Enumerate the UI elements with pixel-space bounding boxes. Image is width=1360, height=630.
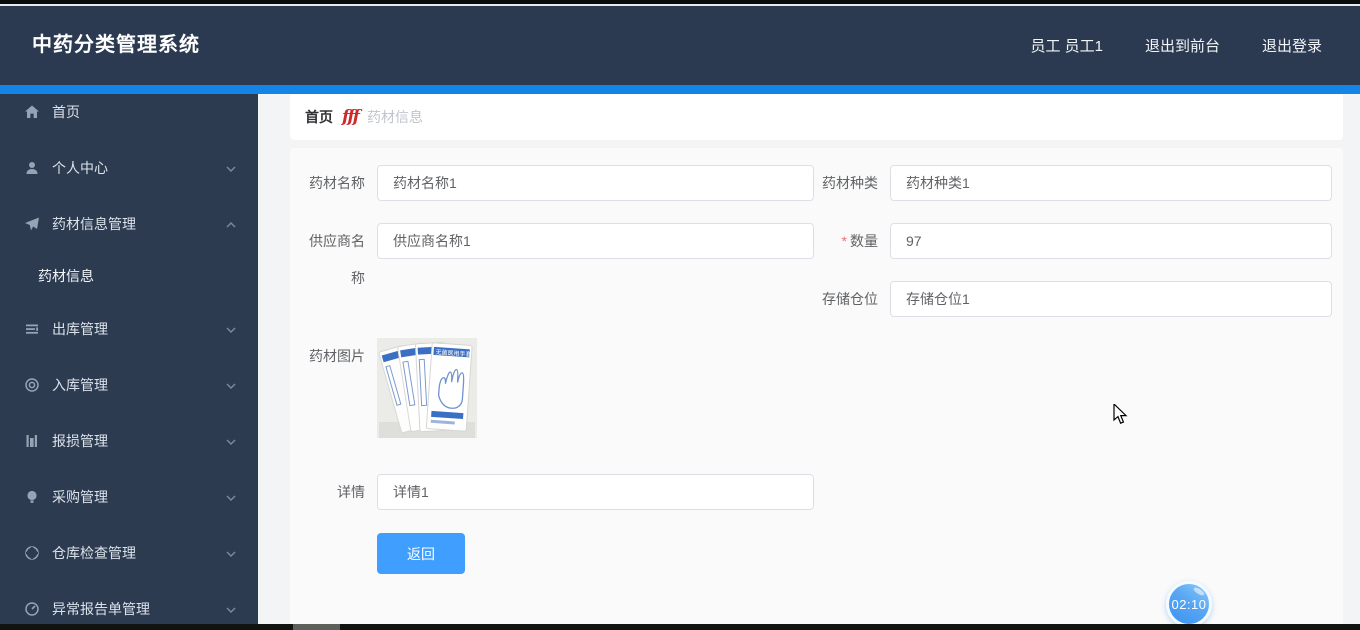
outbound-list-icon bbox=[24, 321, 40, 337]
bottom-window-strip bbox=[0, 624, 1360, 630]
material-type-input[interactable] bbox=[890, 165, 1332, 201]
abnormal-report-icon bbox=[24, 601, 40, 617]
header-links: 员工 员工1 退出到前台 退出登录 bbox=[1030, 6, 1322, 85]
exit-to-front-link[interactable]: 退出到前台 bbox=[1145, 35, 1220, 56]
sidebar-item-label: 入库管理 bbox=[52, 377, 108, 393]
inbound-circle-icon bbox=[24, 377, 40, 393]
sidebar-item-outbound-mgmt[interactable]: 出库管理 bbox=[0, 309, 258, 349]
breadcrumb-home-link[interactable]: 首页 bbox=[305, 107, 333, 127]
sidebar-item-purchase-mgmt[interactable]: 采购管理 bbox=[0, 477, 258, 517]
sidebar-item-damage-mgmt[interactable]: 报损管理 bbox=[0, 421, 258, 461]
sidebar-item-abnormal-report-mgmt[interactable]: 异常报告单管理 bbox=[0, 589, 258, 629]
material-name-input[interactable] bbox=[377, 165, 814, 201]
supplier-name-input[interactable] bbox=[377, 223, 814, 259]
sidebar-item-label: 仓库检查管理 bbox=[52, 545, 136, 561]
bottom-strip-notch bbox=[293, 624, 340, 630]
purchase-bulb-icon bbox=[24, 489, 40, 505]
breadcrumb-separator-icon: fff bbox=[342, 106, 360, 127]
storage-slot-input[interactable] bbox=[890, 281, 1332, 317]
current-user-link[interactable]: 员工 员工1 bbox=[1030, 35, 1103, 56]
user-icon bbox=[24, 160, 40, 176]
timer-badge[interactable]: 02:10 bbox=[1166, 581, 1212, 627]
detail-label: 详情 bbox=[337, 484, 365, 500]
app-header: 中药分类管理系统 员工 员工1 退出到前台 退出登录 bbox=[0, 6, 1360, 85]
sidebar-subitem-label: 药材信息 bbox=[38, 268, 94, 284]
sidebar-item-label: 首页 bbox=[52, 104, 80, 120]
top-window-strip-line bbox=[0, 4, 1360, 6]
timer-gloss bbox=[1192, 586, 1206, 597]
chevron-down-icon bbox=[226, 437, 236, 447]
material-image-label: 药材图片 bbox=[309, 348, 365, 364]
storage-slot-label: 存储仓位 bbox=[822, 291, 878, 307]
breadcrumb-bar: 首页 fff 药材信息 bbox=[290, 94, 1343, 140]
logout-link[interactable]: 退出登录 bbox=[1262, 35, 1322, 56]
sidebar-item-label: 采购管理 bbox=[52, 489, 108, 505]
quantity-label: * 数量 bbox=[841, 233, 878, 249]
supplier-name-label: 供应商名称 bbox=[309, 233, 365, 286]
sidebar: 首页 个人中心 药材信息管理 药材信息 出库管理 入库管理 报损管理 采购管理 … bbox=[0, 94, 258, 625]
warehouse-check-icon bbox=[24, 545, 40, 561]
sidebar-item-home[interactable]: 首页 bbox=[0, 92, 258, 132]
accent-bar bbox=[0, 85, 1360, 94]
app-window: 中药分类管理系统 员工 员工1 退出到前台 退出登录 首页 个人中心 药材信息管… bbox=[0, 0, 1360, 630]
material-name-label: 药材名称 bbox=[309, 175, 365, 191]
send-icon bbox=[24, 216, 40, 232]
quantity-input[interactable] bbox=[890, 223, 1332, 259]
chevron-up-icon bbox=[226, 220, 236, 230]
sidebar-item-inbound-mgmt[interactable]: 入库管理 bbox=[0, 365, 258, 405]
app-title: 中药分类管理系统 bbox=[32, 34, 200, 56]
chevron-down-icon bbox=[226, 493, 236, 503]
sidebar-item-warehouse-check-mgmt[interactable]: 仓库检查管理 bbox=[0, 533, 258, 573]
damage-chart-icon bbox=[24, 433, 40, 449]
sidebar-item-label: 报损管理 bbox=[52, 433, 108, 449]
material-photo: 无菌医用手套 bbox=[377, 338, 477, 438]
home-icon bbox=[24, 104, 40, 120]
chevron-down-icon bbox=[226, 325, 236, 335]
breadcrumb-current: 药材信息 bbox=[366, 109, 423, 125]
required-asterisk: * bbox=[841, 233, 847, 249]
back-button[interactable]: 返回 bbox=[377, 533, 465, 574]
chevron-down-icon bbox=[226, 381, 236, 391]
sidebar-item-material-info-mgmt[interactable]: 药材信息管理 bbox=[0, 204, 258, 244]
chevron-down-icon bbox=[226, 549, 236, 559]
material-type-label: 药材种类 bbox=[822, 175, 878, 191]
sidebar-item-label: 药材信息管理 bbox=[52, 216, 136, 232]
timer-text: 02:10 bbox=[1171, 596, 1207, 612]
detail-input[interactable] bbox=[377, 474, 814, 510]
sidebar-subitem-material-info[interactable]: 药材信息 bbox=[0, 256, 258, 296]
breadcrumb: 首页 fff 药材信息 bbox=[305, 94, 423, 140]
chevron-down-icon bbox=[226, 164, 236, 174]
chevron-down-icon bbox=[226, 605, 236, 615]
sidebar-item-label: 个人中心 bbox=[52, 160, 108, 176]
sidebar-item-label: 出库管理 bbox=[52, 321, 108, 337]
sidebar-item-personal-center[interactable]: 个人中心 bbox=[0, 148, 258, 188]
sidebar-item-label: 异常报告单管理 bbox=[52, 601, 150, 617]
